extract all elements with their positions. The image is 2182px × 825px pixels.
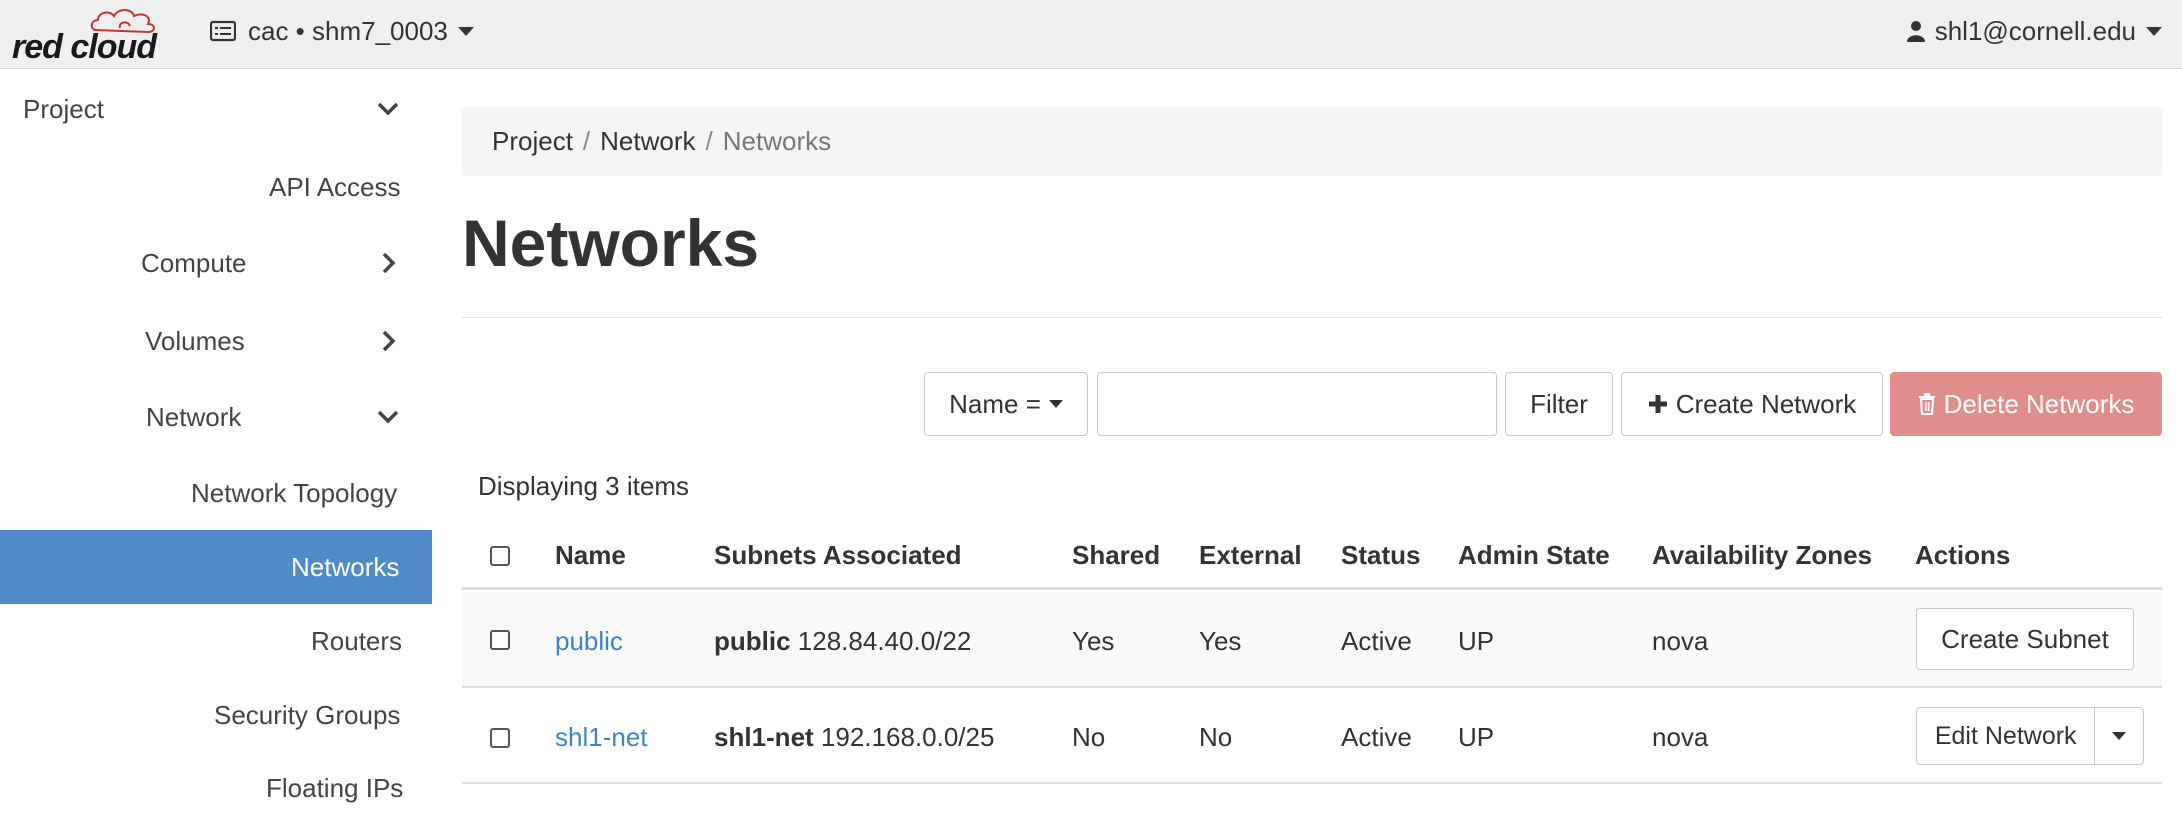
status-cell: Active xyxy=(1341,626,1412,656)
filter-input[interactable] xyxy=(1097,372,1497,436)
plus-icon xyxy=(1648,395,1667,413)
breadcrumb-networks: Networks xyxy=(722,125,832,156)
create-subnet-button[interactable]: Create Subnet xyxy=(1916,608,2134,670)
sidebar-item-label: Compute xyxy=(141,247,247,278)
edit-network-split-button: Edit Network xyxy=(1916,707,2144,765)
top-navbar: red cloud cac • shm7_0003 shl1@cornell.e… xyxy=(0,0,2182,69)
create-network-label: Create Network xyxy=(1675,388,1857,419)
project-selector-label: cac • shm7_0003 xyxy=(248,15,448,46)
sidebar-item-label: API Access xyxy=(269,171,401,202)
filter-field-label: Name = xyxy=(949,388,1041,419)
column-header-availability-zones[interactable]: Availability Zones xyxy=(1652,540,1872,571)
row-actions-dropdown-toggle[interactable] xyxy=(2095,708,2143,764)
red-cloud-logo[interactable]: red cloud xyxy=(10,6,160,66)
table-row: public public 128.84.40.0/22 Yes Yes Act… xyxy=(462,592,2162,688)
logo-text: red cloud xyxy=(12,28,157,66)
delete-networks-label: Delete Networks xyxy=(1943,388,2135,419)
sidebar-item-label: Security Groups xyxy=(214,699,401,730)
admin-state-cell: UP xyxy=(1458,722,1495,752)
sidebar-item-network-topology[interactable]: Network Topology xyxy=(0,456,432,530)
caret-down-icon xyxy=(2112,732,2127,740)
admin-state-cell: UP xyxy=(1458,626,1495,656)
external-cell: Yes xyxy=(1199,626,1242,656)
sidebar-item-label: Volumes xyxy=(145,325,245,356)
network-name-link[interactable]: shl1-net xyxy=(555,722,648,753)
user-icon xyxy=(1906,21,1925,42)
breadcrumb-separator: / xyxy=(705,125,713,156)
sidebar-item-routers[interactable]: Routers xyxy=(0,604,432,678)
breadcrumb-separator: / xyxy=(582,125,591,156)
sidebar-item-volumes[interactable]: Volumes xyxy=(0,304,432,378)
chevron-right-icon xyxy=(382,252,396,274)
chevron-down-icon xyxy=(377,410,399,424)
network-name-link[interactable]: public xyxy=(555,626,623,657)
sidebar-item-project[interactable]: Project xyxy=(0,72,432,146)
column-header-status[interactable]: Status xyxy=(1341,540,1420,571)
column-header-name[interactable]: Name xyxy=(555,540,626,571)
sidebar-item-compute[interactable]: Compute xyxy=(0,226,432,300)
caret-down-icon xyxy=(2146,26,2162,36)
table-header: Name Subnets Associated Shared External … xyxy=(462,520,2162,590)
sidebar-item-label: Project xyxy=(23,93,104,124)
sidebar-item-floating-ips[interactable]: Floating IPs xyxy=(0,751,432,825)
sidebar-item-label: Routers xyxy=(311,625,403,656)
caret-down-icon xyxy=(457,26,474,36)
sidebar: Project API Access Compute Volumes Netwo… xyxy=(0,70,432,803)
user-email: shl1@cornell.edu xyxy=(1934,15,2136,46)
table-row: shl1-net shl1-net 192.168.0.0/25 No No A… xyxy=(462,688,2162,784)
status-cell: Active xyxy=(1341,722,1412,752)
breadcrumb-network[interactable]: Network xyxy=(600,126,695,157)
subnet-cell: shl1-net 192.168.0.0/25 xyxy=(714,722,995,752)
zones-cell: nova xyxy=(1652,722,1709,752)
sidebar-item-label: Floating IPs xyxy=(266,772,404,803)
page-title: Networks xyxy=(462,206,760,280)
zones-cell: nova xyxy=(1652,626,1709,656)
column-header-shared[interactable]: Shared xyxy=(1072,540,1160,571)
subnet-cell: public 128.84.40.0/22 xyxy=(714,626,972,656)
row-checkbox[interactable] xyxy=(490,728,510,748)
caret-down-icon xyxy=(1048,400,1063,408)
breadcrumb: Project / Network / Networks xyxy=(462,106,2162,176)
column-header-subnets[interactable]: Subnets Associated xyxy=(714,540,962,571)
chevron-down-icon xyxy=(377,102,399,116)
sidebar-item-networks[interactable]: Networks xyxy=(0,530,432,604)
delete-networks-button[interactable]: Delete Networks xyxy=(1890,372,2162,436)
user-menu[interactable]: shl1@cornell.edu xyxy=(1906,14,2162,48)
shared-cell: Yes xyxy=(1072,626,1115,656)
sidebar-item-api-access[interactable]: API Access xyxy=(0,150,432,224)
chevron-right-icon xyxy=(382,330,396,352)
project-selector[interactable]: cac • shm7_0003 xyxy=(210,14,474,48)
item-count: Displaying 3 items xyxy=(478,471,689,501)
shared-cell: No xyxy=(1072,722,1106,752)
edit-network-button[interactable]: Edit Network xyxy=(1917,708,2096,764)
sidebar-item-network[interactable]: Network xyxy=(0,380,432,454)
sidebar-item-security-groups[interactable]: Security Groups xyxy=(0,678,432,752)
create-network-button[interactable]: Create Network xyxy=(1621,372,1883,436)
list-icon xyxy=(210,20,236,42)
trash-icon xyxy=(1918,393,1935,415)
select-all-checkbox[interactable] xyxy=(490,546,510,566)
divider xyxy=(462,317,2162,318)
filter-field-dropdown[interactable]: Name = xyxy=(924,372,1088,436)
sidebar-item-label: Network xyxy=(146,401,242,432)
row-checkbox[interactable] xyxy=(490,630,510,650)
sidebar-item-label: Networks xyxy=(291,551,400,582)
column-header-external[interactable]: External xyxy=(1199,540,1302,571)
sidebar-item-label: Network Topology xyxy=(191,477,398,508)
column-header-actions: Actions xyxy=(1915,540,2011,570)
filter-button[interactable]: Filter xyxy=(1505,372,1613,436)
external-cell: No xyxy=(1199,722,1233,752)
column-header-admin-state[interactable]: Admin State xyxy=(1458,540,1610,571)
breadcrumb-project[interactable]: Project xyxy=(492,126,573,157)
